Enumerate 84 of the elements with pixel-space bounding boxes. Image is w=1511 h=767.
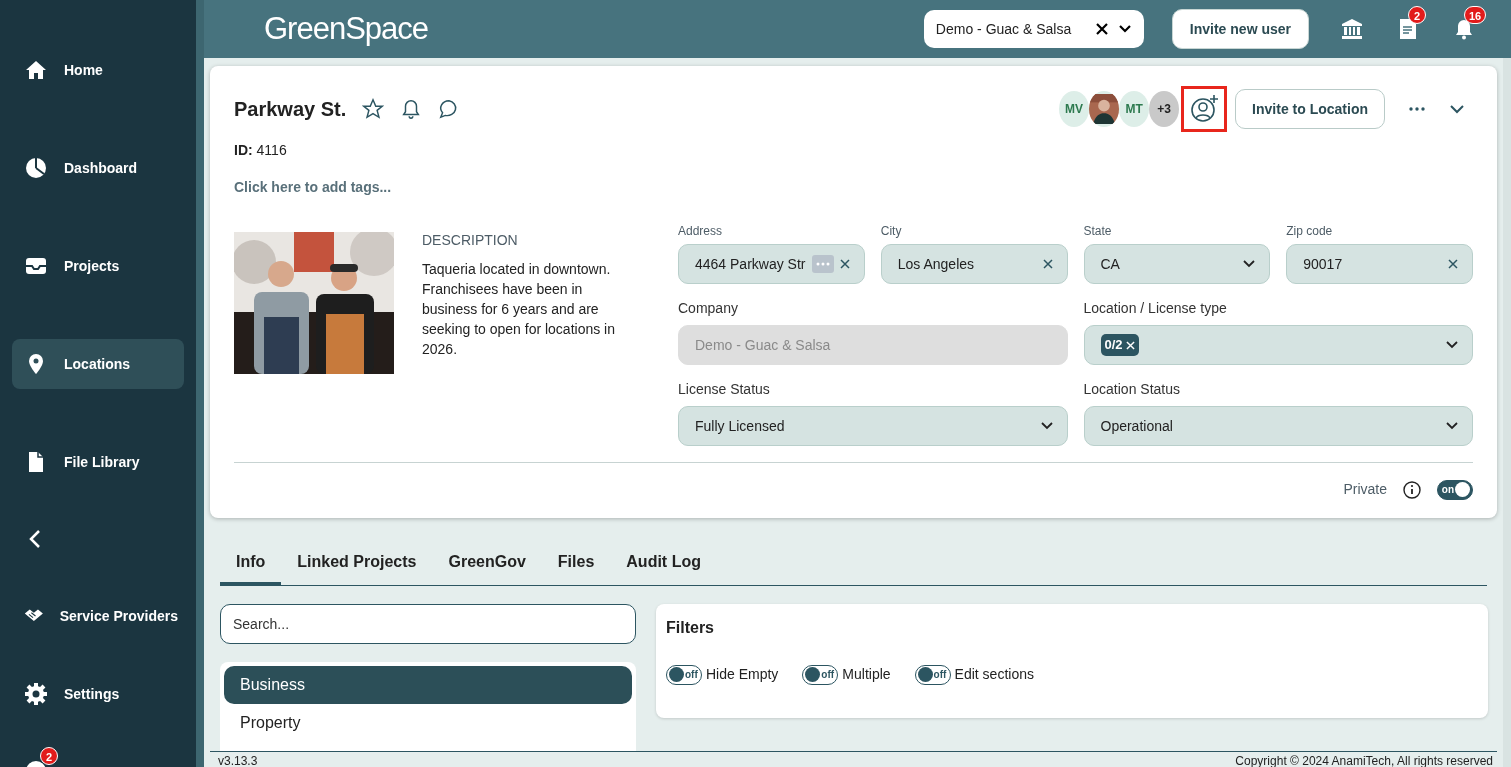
scrollbar[interactable] bbox=[1503, 58, 1511, 767]
chevron-down-icon[interactable] bbox=[1117, 24, 1132, 34]
description-heading: DESCRIPTION bbox=[422, 231, 519, 250]
location-title: Parkway St. bbox=[234, 97, 347, 122]
select-field[interactable]: CA bbox=[1083, 244, 1271, 284]
add-user-button[interactable] bbox=[1181, 86, 1228, 132]
clear-icon[interactable] bbox=[839, 259, 850, 269]
select-field[interactable]: Operational bbox=[1083, 406, 1473, 446]
field-label: City bbox=[880, 223, 903, 240]
tab[interactable]: Info bbox=[220, 542, 282, 585]
notification-badge: 2 bbox=[1408, 6, 1426, 24]
star-icon[interactable] bbox=[362, 98, 385, 120]
input-field[interactable]: 4464 Parkway Str bbox=[678, 244, 865, 284]
toggle-switch[interactable]: on bbox=[1437, 479, 1473, 500]
id-label: ID: bbox=[234, 142, 253, 158]
copyright-text: Copyright © 2024 AnamiTech, All rights reserved bbox=[1235, 753, 1493, 767]
greenspace-logo: GreenSpace bbox=[264, 9, 429, 48]
clear-icon[interactable] bbox=[1042, 259, 1053, 269]
toggle-switch[interactable]: off bbox=[802, 664, 839, 685]
sidebar-item[interactable]: Dashboard bbox=[12, 143, 184, 193]
field-label: Zip code bbox=[1286, 223, 1334, 240]
field-label: State bbox=[1083, 223, 1113, 240]
invite-user-button[interactable]: Invite new user bbox=[1171, 9, 1309, 49]
field-label: Address bbox=[678, 223, 724, 240]
field-label: Company bbox=[678, 299, 739, 318]
toggle-switch[interactable]: off bbox=[914, 664, 951, 685]
more-icon[interactable] bbox=[1409, 107, 1425, 111]
chevron-down-icon[interactable] bbox=[1040, 422, 1053, 430]
sidebar-item[interactable]: File Library bbox=[12, 437, 184, 487]
toggle-switch[interactable]: off bbox=[666, 664, 702, 685]
home-icon bbox=[24, 58, 48, 82]
input-field: Demo - Guac & Salsa bbox=[678, 325, 1068, 365]
toggle-label: Hide Empty bbox=[706, 665, 779, 684]
sidebar-item[interactable]: Home bbox=[12, 45, 184, 95]
tab[interactable]: Audit Log bbox=[610, 542, 717, 585]
input-field[interactable]: 90017 bbox=[1286, 244, 1473, 284]
toggle-label: Edit sections bbox=[954, 665, 1034, 684]
sidebar-item[interactable]: Projects bbox=[12, 241, 184, 291]
description-text: Taqueria located in downtown. Franchisees have been in business for 6 years and are seeking to open for locations in 2026. bbox=[422, 260, 616, 359]
remove-icon[interactable] bbox=[1126, 341, 1136, 351]
field-label: Location / License type bbox=[1083, 299, 1228, 318]
document-icon[interactable] bbox=[1397, 18, 1419, 40]
tab[interactable]: GreenGov bbox=[432, 542, 542, 585]
toggle-label: Multiple bbox=[842, 665, 891, 684]
chevron-down-icon[interactable] bbox=[1446, 341, 1458, 349]
select-field[interactable]: 0/2 bbox=[1083, 325, 1473, 365]
user-avatar[interactable]: MT bbox=[1119, 91, 1150, 127]
tab[interactable]: Files bbox=[541, 542, 611, 585]
notification-badge: 2 bbox=[40, 747, 58, 765]
sidebar-item[interactable]: Service Providers bbox=[12, 591, 184, 641]
info-icon[interactable] bbox=[1403, 480, 1421, 499]
bank-icon[interactable] bbox=[1341, 18, 1363, 40]
settings-icon bbox=[24, 682, 48, 706]
invite-to-location-button[interactable]: Invite to Location bbox=[1235, 89, 1385, 129]
version-text: v3.13.3 bbox=[218, 753, 258, 767]
field-label: Location Status bbox=[1083, 380, 1181, 399]
add-user-icon bbox=[1189, 94, 1220, 124]
id-value: 4116 bbox=[256, 142, 287, 158]
chevron-down-icon[interactable] bbox=[1243, 260, 1256, 268]
sidebar-item[interactable]: Settings bbox=[12, 669, 184, 719]
clear-icon[interactable] bbox=[1095, 23, 1108, 35]
pie-chart-icon bbox=[24, 156, 48, 180]
clear-icon[interactable] bbox=[1448, 259, 1458, 269]
more-users-badge[interactable]: +3 bbox=[1149, 91, 1180, 127]
scrollbar[interactable] bbox=[196, 0, 204, 767]
sidebar-item[interactable]: 2 bbox=[12, 745, 76, 767]
add-tags-link[interactable]: Click here to add tags... bbox=[234, 179, 392, 195]
company-select[interactable]: Demo - Guac & Salsa bbox=[923, 10, 1144, 48]
select-field[interactable]: Fully Licensed bbox=[678, 406, 1068, 446]
user-avatar[interactable]: MV bbox=[1059, 91, 1090, 127]
sidebar-item[interactable]: Locations bbox=[12, 339, 184, 389]
search-field[interactable]: Search... bbox=[220, 604, 636, 644]
tab[interactable]: Linked Projects bbox=[281, 542, 433, 585]
category-item[interactable]: Business bbox=[224, 666, 632, 704]
bell-icon[interactable] bbox=[1453, 18, 1475, 40]
field-label: License Status bbox=[678, 380, 771, 399]
tag-chip[interactable]: 0/2 bbox=[1100, 334, 1140, 356]
notification-badge: 16 bbox=[1464, 6, 1487, 24]
input-field[interactable]: Los Angeles bbox=[880, 244, 1068, 284]
chevron-down-icon[interactable] bbox=[1446, 422, 1458, 430]
chevron-down-icon[interactable] bbox=[1449, 104, 1465, 114]
private-label: Private bbox=[1343, 480, 1387, 499]
filters-title: Filters bbox=[666, 618, 715, 638]
category-item[interactable]: Property bbox=[224, 704, 632, 742]
